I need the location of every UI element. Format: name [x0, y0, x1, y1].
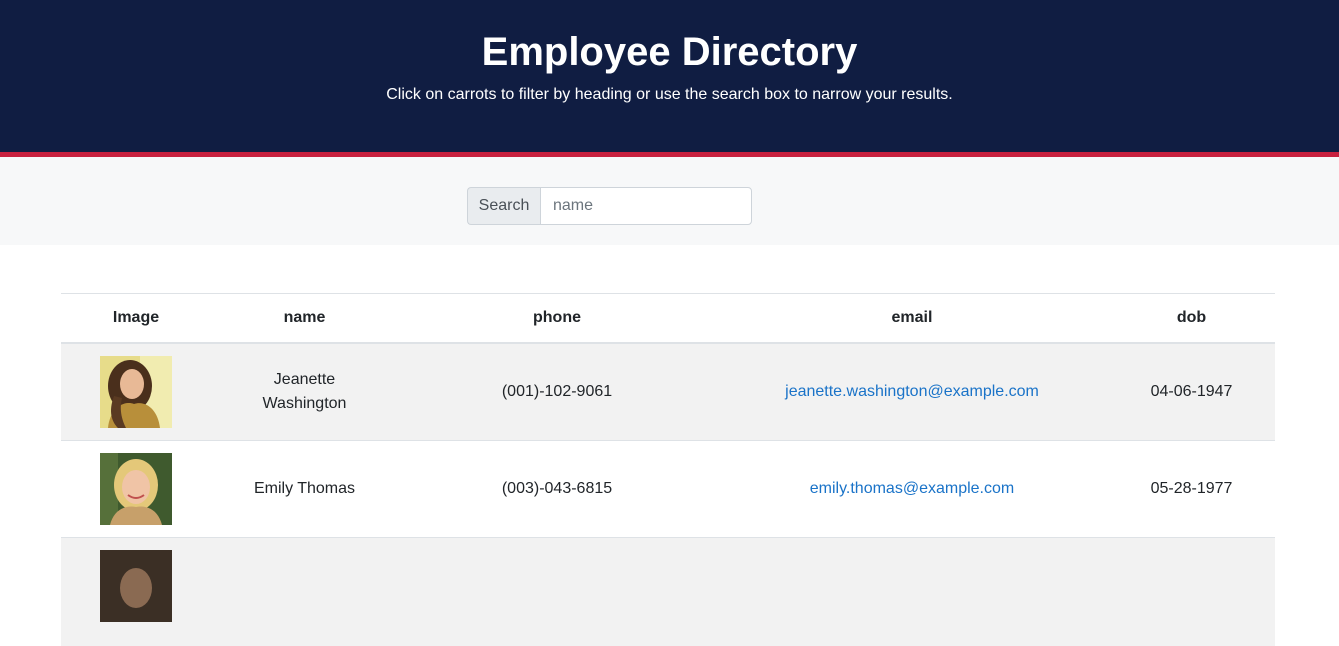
- column-header-dob[interactable]: dob: [1108, 294, 1275, 344]
- name-cell: Emily Thomas: [211, 441, 398, 538]
- dob-cell: 04-06-1947: [1108, 343, 1275, 441]
- name-cell: Jeanette Washington: [211, 343, 398, 441]
- employee-table: Image name phone email dob: [61, 293, 1275, 646]
- table-row: Emily Thomas (003)-043-6815 emily.thomas…: [61, 441, 1275, 538]
- phone-cell: [398, 538, 716, 646]
- page-subtitle: Click on carrots to filter by heading or…: [0, 85, 1339, 105]
- avatar: [100, 356, 172, 428]
- page-header: Employee Directory Click on carrots to f…: [0, 0, 1339, 152]
- search-input-group: Search: [467, 187, 752, 225]
- dob-cell: 05-28-1977: [1108, 441, 1275, 538]
- column-header-email[interactable]: email: [716, 294, 1108, 344]
- dob-cell: [1108, 538, 1275, 646]
- phone-cell: (001)-102-9061: [398, 343, 716, 441]
- email-cell: [716, 538, 1108, 646]
- email-cell: jeanette.washington@example.com: [716, 343, 1108, 441]
- search-section: Search: [0, 157, 1339, 245]
- search-label: Search: [467, 187, 540, 225]
- page-title: Employee Directory: [0, 28, 1339, 76]
- search-input[interactable]: [540, 187, 752, 225]
- image-cell: [61, 441, 211, 538]
- table-header-row: Image name phone email dob: [61, 294, 1275, 344]
- column-header-phone[interactable]: phone: [398, 294, 716, 344]
- email-link[interactable]: emily.thomas@example.com: [810, 480, 1014, 497]
- table-row: Jeanette Washington (001)-102-9061 jeane…: [61, 343, 1275, 441]
- image-cell: [61, 538, 211, 646]
- employee-table-container: Image name phone email dob: [61, 293, 1275, 646]
- avatar: [100, 453, 172, 525]
- table-row: [61, 538, 1275, 646]
- column-header-name[interactable]: name: [211, 294, 398, 344]
- image-cell: [61, 343, 211, 441]
- column-header-image[interactable]: Image: [61, 294, 211, 344]
- email-link[interactable]: jeanette.washington@example.com: [785, 383, 1039, 400]
- phone-cell: (003)-043-6815: [398, 441, 716, 538]
- email-cell: emily.thomas@example.com: [716, 441, 1108, 538]
- name-cell: [211, 538, 398, 646]
- avatar: [100, 550, 172, 622]
